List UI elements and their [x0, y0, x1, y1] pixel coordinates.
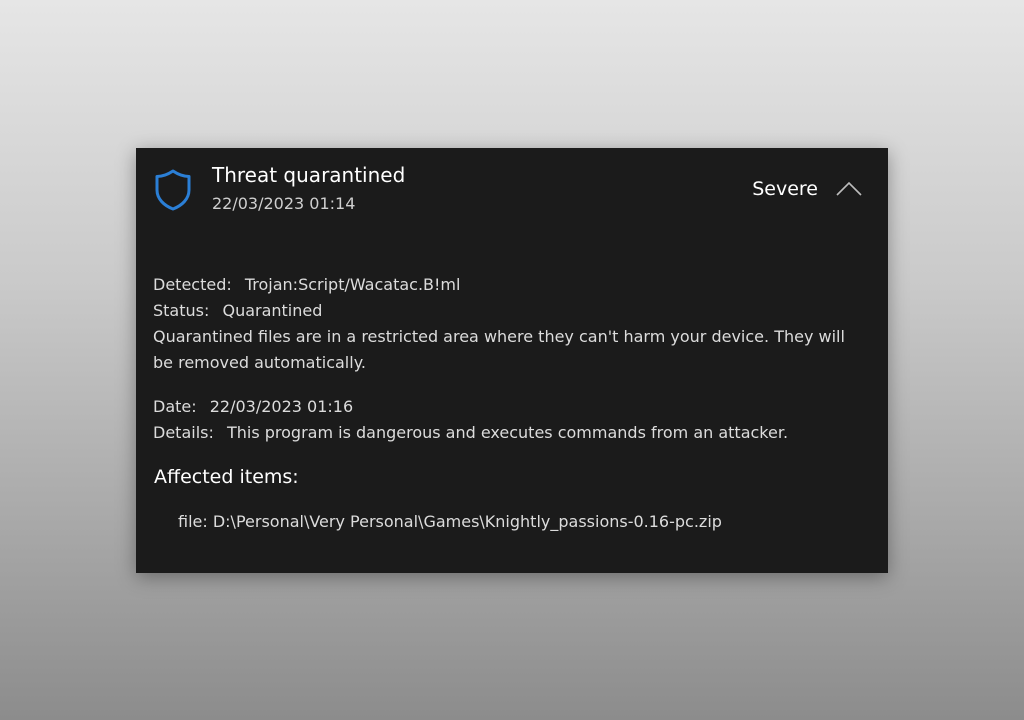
details-label: Details: — [153, 423, 214, 442]
affected-item: file: D:\Personal\Very Personal\Games\Kn… — [178, 512, 722, 531]
threat-timestamp: 22/03/2023 01:14 — [212, 194, 356, 213]
details-value: This program is dangerous and executes c… — [226, 423, 789, 442]
threat-details: Detected: Trojan:Script/Wacatac.B!ml Sta… — [153, 272, 865, 446]
status-description: Quarantined files are in a restricted ar… — [153, 327, 845, 372]
affected-items-heading: Affected items: — [154, 466, 299, 488]
date-label: Date: — [153, 397, 197, 416]
detected-value: Trojan:Script/Wacatac.B!ml — [244, 275, 461, 294]
collapse-button[interactable] — [832, 174, 866, 204]
threat-header[interactable]: Threat quarantined 22/03/2023 01:14 Seve… — [136, 148, 888, 228]
severity-label: Severe — [752, 178, 818, 200]
detected-row: Detected: Trojan:Script/Wacatac.B!ml — [153, 272, 865, 298]
details-row: Details: This program is dangerous and e… — [153, 420, 865, 446]
status-label: Status: — [153, 301, 210, 320]
threat-card: Threat quarantined 22/03/2023 01:14 Seve… — [136, 148, 888, 573]
detected-label: Detected: — [153, 275, 232, 294]
shield-icon — [155, 169, 191, 211]
threat-title: Threat quarantined — [212, 163, 406, 187]
chevron-up-icon — [836, 181, 862, 196]
status-row: Status: Quarantined — [153, 298, 865, 324]
status-value: Quarantined — [222, 301, 323, 320]
date-value: 22/03/2023 01:16 — [209, 397, 354, 416]
date-row: Date: 22/03/2023 01:16 — [153, 394, 865, 420]
